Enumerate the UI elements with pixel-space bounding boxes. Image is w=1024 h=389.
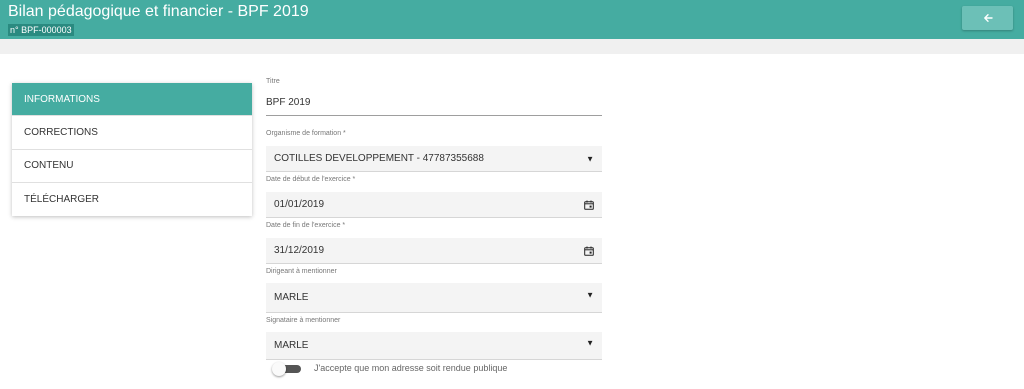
dropdown-arrow-icon: ▼: [586, 154, 594, 163]
menu-item-corrections[interactable]: CORRECTIONS: [12, 116, 252, 150]
dirigeant-label: Dirigeant à mentionner: [266, 268, 337, 275]
adresse-publique-label: J'accepte que mon adresse soit rendue pu…: [314, 363, 508, 373]
date-fin-value: 31/12/2019: [274, 245, 325, 256]
toggle-knob: [272, 362, 286, 376]
organisme-value: COTILLES DEVELOPPEMENT - 47787355688: [274, 153, 484, 164]
menu-item-label: INFORMATIONS: [24, 93, 100, 105]
back-button[interactable]: [962, 6, 1013, 30]
dropdown-arrow-icon: ▼: [586, 290, 594, 300]
menu-item-label: CORRECTIONS: [24, 126, 98, 138]
menu-item-contenu[interactable]: CONTENU: [12, 150, 252, 183]
signataire-label: Signataire à mentionner: [266, 317, 341, 324]
arrow-left-icon: [983, 13, 993, 23]
app-header: Bilan pédagogique et financier - BPF 201…: [0, 0, 1024, 39]
menu-item-telecharger[interactable]: TÉLÉCHARGER: [12, 183, 252, 216]
titre-value: BPF 2019: [266, 97, 311, 108]
header-band: [0, 39, 1024, 54]
organisme-label: Organisme de formation *: [266, 130, 346, 137]
date-debut-value: 01/01/2019: [274, 199, 325, 210]
menu-item-label: CONTENU: [24, 160, 74, 172]
calendar-icon[interactable]: [584, 246, 594, 256]
signataire-value: MARLE: [274, 340, 309, 351]
signataire-select[interactable]: MARLE ▼: [266, 332, 602, 360]
dirigeant-value: MARLE: [274, 292, 309, 303]
date-debut-field[interactable]: 01/01/2019: [266, 192, 602, 218]
dropdown-arrow-icon: ▼: [586, 338, 594, 348]
page-title: Bilan pédagogique et financier - BPF 201…: [8, 3, 309, 20]
adresse-publique-toggle[interactable]: [272, 362, 301, 376]
calendar-icon[interactable]: [584, 200, 594, 210]
organisme-select[interactable]: COTILLES DEVELOPPEMENT - 47787355688 ▼: [266, 146, 602, 172]
menu-item-label: TÉLÉCHARGER: [24, 193, 100, 205]
reference-badge: n° BPF-000003: [8, 24, 74, 36]
date-fin-field[interactable]: 31/12/2019: [266, 238, 602, 264]
dirigeant-select[interactable]: MARLE ▼: [266, 283, 602, 313]
menu-item-informations[interactable]: INFORMATIONS: [12, 83, 252, 117]
date-fin-label: Date de fin de l'exercice *: [266, 222, 346, 229]
titre-input[interactable]: BPF 2019: [266, 96, 602, 116]
titre-label: Titre: [266, 78, 280, 85]
side-menu: INFORMATIONS CORRECTIONS CONTENU TÉLÉCHA…: [12, 83, 252, 216]
date-debut-label: Date de début de l'exercice *: [266, 176, 356, 183]
